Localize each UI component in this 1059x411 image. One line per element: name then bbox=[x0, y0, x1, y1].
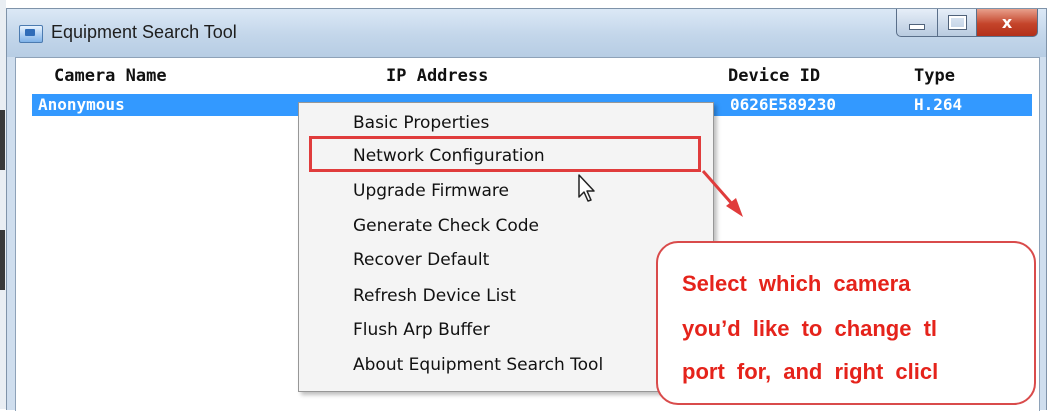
column-header-camera-name[interactable]: Camera Name bbox=[54, 66, 167, 86]
close-icon: x bbox=[1001, 13, 1013, 32]
cell-device-id: 0626E589230 bbox=[730, 95, 836, 114]
list-header: Camera Name IP Address Device ID Type bbox=[16, 58, 1039, 92]
minimize-icon bbox=[909, 23, 925, 30]
menu-item-recover-default[interactable]: Recover Default bbox=[353, 250, 489, 270]
highlight-box bbox=[309, 136, 701, 172]
callout-line-2: you’d like to change tl bbox=[682, 316, 938, 341]
column-header-device-id[interactable]: Device ID bbox=[728, 66, 820, 86]
title-bar[interactable]: Equipment Search Tool x bbox=[7, 9, 1046, 57]
menu-item-basic-properties[interactable]: Basic Properties bbox=[353, 113, 489, 133]
callout-line-3: port for, and right clicl bbox=[682, 359, 939, 384]
app-icon bbox=[19, 25, 43, 43]
close-button[interactable]: x bbox=[977, 9, 1038, 37]
mouse-cursor-icon bbox=[578, 174, 595, 202]
column-header-ip-address[interactable]: IP Address bbox=[386, 66, 488, 86]
window-controls: x bbox=[896, 9, 1038, 37]
edge-mark bbox=[0, 110, 5, 170]
callout-line-1: Select which camera bbox=[682, 271, 911, 296]
menu-item-about[interactable]: About Equipment Search Tool bbox=[353, 355, 603, 375]
column-header-type[interactable]: Type bbox=[914, 66, 955, 86]
menu-item-flush-arp-buffer[interactable]: Flush Arp Buffer bbox=[353, 320, 490, 340]
menu-item-refresh-device-list[interactable]: Refresh Device List bbox=[353, 286, 516, 306]
menu-item-generate-check-code[interactable]: Generate Check Code bbox=[353, 216, 539, 236]
menu-item-upgrade-firmware[interactable]: Upgrade Firmware bbox=[353, 181, 509, 201]
maximize-icon bbox=[947, 15, 967, 30]
minimize-button[interactable] bbox=[896, 9, 938, 37]
window-title: Equipment Search Tool bbox=[51, 22, 237, 42]
edge-mark bbox=[0, 230, 5, 290]
maximize-button[interactable] bbox=[938, 9, 977, 37]
instruction-callout: Select which camera you’d like to change… bbox=[656, 241, 1036, 405]
context-menu: Basic Properties Network Configuration U… bbox=[298, 102, 714, 392]
cell-camera-name: Anonymous bbox=[38, 95, 125, 114]
cell-type: H.264 bbox=[914, 95, 963, 114]
